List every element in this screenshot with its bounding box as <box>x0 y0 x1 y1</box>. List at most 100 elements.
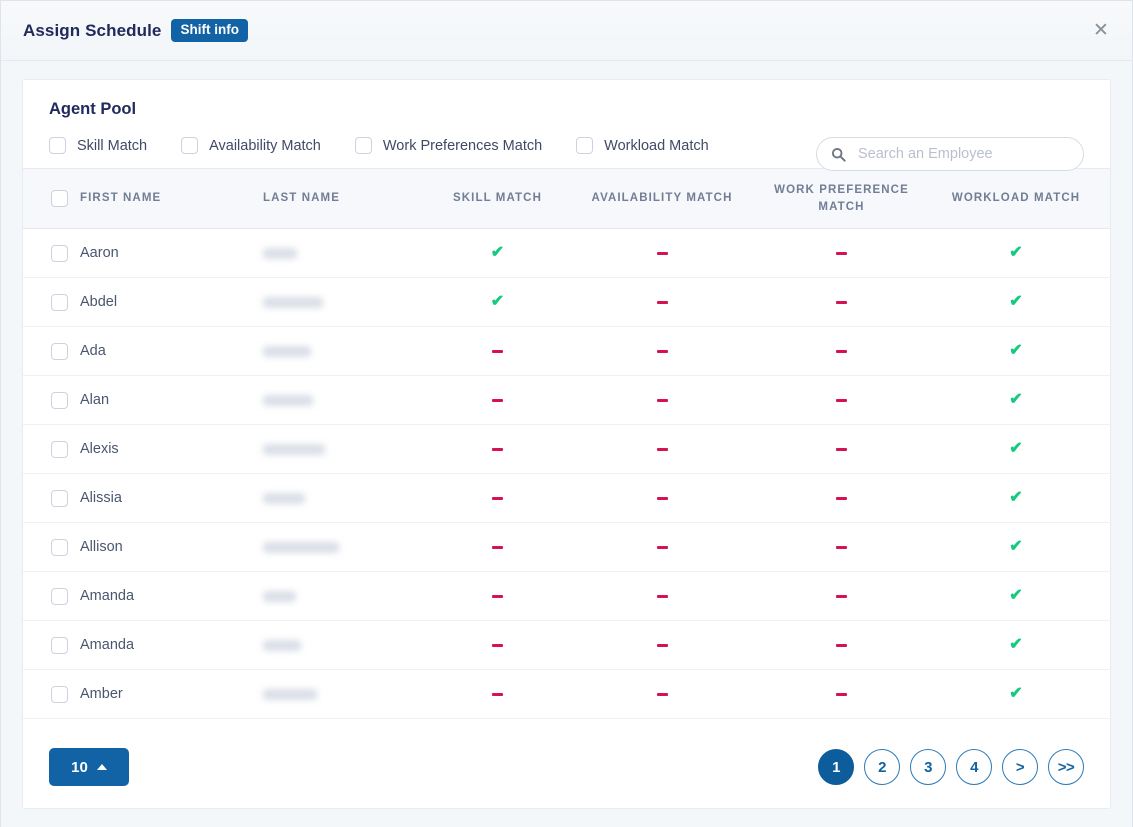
dash-icon <box>836 399 847 402</box>
redacted-last-name <box>263 591 296 602</box>
filter-checkbox[interactable] <box>576 137 593 154</box>
table-body: Aaron✔✔Abdel✔✔Ada✔Alan✔Alexis✔Alissia✔Al… <box>23 229 1110 719</box>
filter-work-preferences-match[interactable]: Work Preferences Match <box>355 137 542 154</box>
row-checkbox[interactable] <box>51 441 68 458</box>
page-size-value: 10 <box>71 759 88 776</box>
table-row[interactable]: Amber ✔ <box>23 670 1110 719</box>
redacted-last-name <box>263 395 313 406</box>
cell-workload: ✔ <box>935 523 1097 572</box>
filter-skill-match[interactable]: Skill Match <box>49 137 147 154</box>
check-icon: ✔ <box>1009 685 1022 702</box>
dash-icon <box>657 301 668 304</box>
cell-first-name: Alan <box>23 376 257 425</box>
row-checkbox[interactable] <box>51 686 68 703</box>
dash-icon <box>657 644 668 647</box>
cell-workpref <box>748 572 935 621</box>
dash-icon <box>836 546 847 549</box>
shift-info-button[interactable]: Shift info <box>171 19 247 42</box>
cell-last-name <box>257 327 419 376</box>
filter-availability-match[interactable]: Availability Match <box>181 137 321 154</box>
cell-workload: ✔ <box>935 229 1097 278</box>
table-row[interactable]: Abdel✔✔ <box>23 278 1110 327</box>
cell-avail <box>576 376 748 425</box>
filter-label: Availability Match <box>209 138 321 154</box>
page-size-dropdown[interactable]: 10 <box>49 748 129 786</box>
table-row[interactable]: Alexis✔ <box>23 425 1110 474</box>
row-checkbox[interactable] <box>51 392 68 409</box>
redacted-last-name <box>263 346 311 357</box>
cell-action <box>1097 376 1110 425</box>
filter-checkbox[interactable] <box>49 137 66 154</box>
filter-label: Workload Match <box>604 138 709 154</box>
cell-avail <box>576 278 748 327</box>
cell-workpref <box>748 523 935 572</box>
cell-workpref <box>748 278 935 327</box>
first-name-label: Amber <box>80 686 123 702</box>
select-all-checkbox[interactable] <box>51 190 68 207</box>
dash-icon <box>836 301 847 304</box>
agent-table: FIRST NAME LAST NAME SKILL MATCH AVAILAB… <box>23 168 1110 719</box>
row-checkbox[interactable] <box>51 588 68 605</box>
table-row[interactable]: Aaron✔✔ <box>23 229 1110 278</box>
cell-avail <box>576 229 748 278</box>
dash-icon <box>657 252 668 255</box>
table-row[interactable]: Amanda✔ <box>23 621 1110 670</box>
cell-first-name: Amanda <box>23 621 257 670</box>
search-input[interactable] <box>856 145 1069 163</box>
cell-avail <box>576 523 748 572</box>
row-checkbox[interactable] <box>51 539 68 556</box>
page-3[interactable]: 3 <box>910 749 946 785</box>
row-checkbox[interactable] <box>51 294 68 311</box>
page-next[interactable]: > <box>1002 749 1038 785</box>
redacted-last-name <box>263 689 317 700</box>
check-icon: ✔ <box>491 293 504 310</box>
search-employee-box[interactable] <box>816 137 1084 171</box>
page-1[interactable]: 1 <box>818 749 854 785</box>
cell-first-name: Allison <box>23 523 257 572</box>
close-icon[interactable]: ✕ <box>1088 17 1114 43</box>
column-header-availability-match: AVAILABILITY MATCH <box>576 169 748 229</box>
cell-first-name: Ada <box>23 327 257 376</box>
filter-checkbox[interactable] <box>355 137 372 154</box>
cell-last-name <box>257 621 419 670</box>
column-header-workload-match: WORKLOAD MATCH <box>935 169 1097 229</box>
dash-icon <box>836 448 847 451</box>
dash-icon <box>836 252 847 255</box>
cell-action <box>1097 425 1110 474</box>
page-2[interactable]: 2 <box>864 749 900 785</box>
cell-skill <box>419 474 576 523</box>
cell-skill <box>419 376 576 425</box>
row-checkbox[interactable] <box>51 490 68 507</box>
cell-workpref <box>748 474 935 523</box>
table-row[interactable]: Allison ✔ <box>23 523 1110 572</box>
filter-workload-match[interactable]: Workload Match <box>576 137 709 154</box>
cell-last-name <box>257 474 419 523</box>
dash-icon <box>657 497 668 500</box>
check-icon: ✔ <box>1009 244 1022 261</box>
cell-avail <box>576 327 748 376</box>
table-row[interactable]: Alan✔ <box>23 376 1110 425</box>
dash-icon <box>836 497 847 500</box>
cell-skill <box>419 621 576 670</box>
first-name-label: Alissia <box>80 490 122 506</box>
cell-first-name: Alexis <box>23 425 257 474</box>
table-row[interactable]: Alissia✔ <box>23 474 1110 523</box>
cell-action <box>1097 327 1110 376</box>
cell-action <box>1097 572 1110 621</box>
cell-skill <box>419 523 576 572</box>
row-checkbox[interactable] <box>51 637 68 654</box>
filter-checkbox[interactable] <box>181 137 198 154</box>
page-4[interactable]: 4 <box>956 749 992 785</box>
redacted-last-name <box>263 493 305 504</box>
redacted-last-name <box>263 640 301 651</box>
cell-skill <box>419 425 576 474</box>
cell-first-name: Amber <box>23 670 257 719</box>
cell-last-name <box>257 572 419 621</box>
row-checkbox[interactable] <box>51 343 68 360</box>
dash-icon <box>657 693 668 696</box>
cell-workload: ✔ <box>935 327 1097 376</box>
table-row[interactable]: Amanda✔ <box>23 572 1110 621</box>
page-last[interactable]: >> <box>1048 749 1084 785</box>
table-row[interactable]: Ada ✔ <box>23 327 1110 376</box>
row-checkbox[interactable] <box>51 245 68 262</box>
